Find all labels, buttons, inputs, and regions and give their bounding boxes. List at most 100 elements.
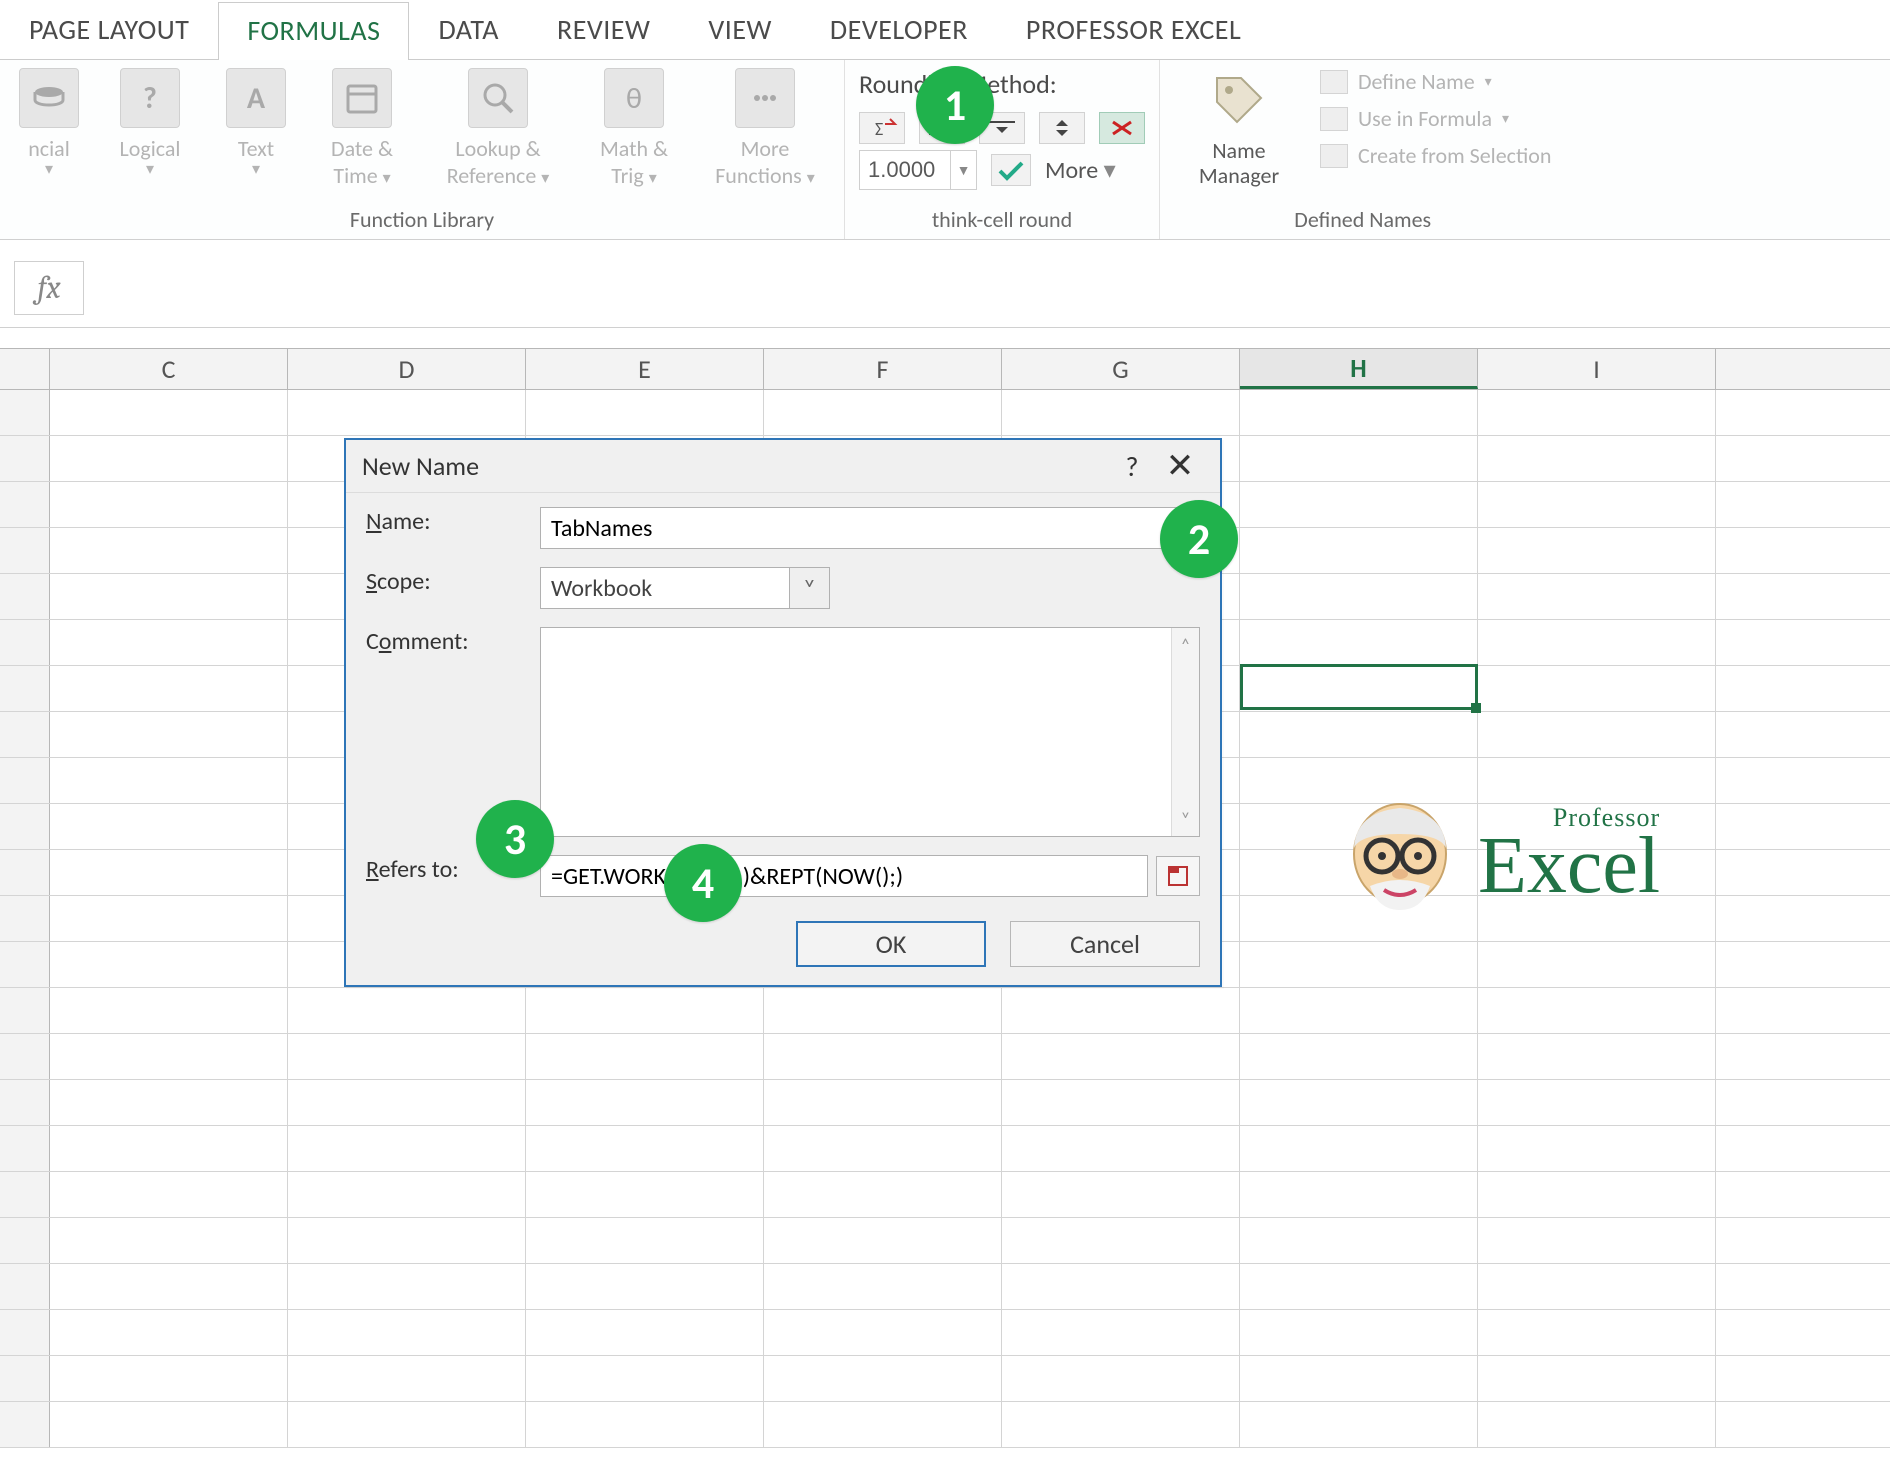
name-input[interactable]	[540, 507, 1200, 549]
label-l1: More	[741, 136, 790, 161]
precision-value[interactable]	[860, 155, 950, 185]
active-cell[interactable]	[1240, 664, 1478, 710]
chevron-down-icon: ▾	[146, 161, 154, 179]
label-l2: Functions ▾	[715, 163, 815, 188]
tab-formulas[interactable]: FORMULAS	[218, 2, 409, 60]
ribbon-tabs: PAGE LAYOUT FORMULAS DATA REVIEW VIEW DE…	[0, 0, 1890, 60]
dialog-title-text: New Name	[362, 450, 479, 482]
help-button[interactable]: ?	[1108, 449, 1156, 484]
tab-data[interactable]: DATA	[409, 1, 528, 59]
tab-page-layout[interactable]: PAGE LAYOUT	[0, 1, 218, 59]
scope-value: Workbook	[541, 568, 789, 608]
label: Text	[238, 136, 274, 161]
close-button[interactable]: ✕	[1156, 446, 1204, 487]
range-picker-button[interactable]	[1156, 856, 1200, 896]
col-header-c[interactable]: C	[50, 349, 288, 389]
col-header-d[interactable]: D	[288, 349, 526, 389]
professor-face-icon	[1340, 794, 1460, 914]
group-function-library: ncial ▾ ? Logical ▾ A Text ▾ Date & Time…	[0, 60, 845, 239]
ok-button[interactable]: OK	[796, 921, 986, 967]
btn-name-manager[interactable]: Name Manager	[1174, 68, 1304, 189]
btn-text[interactable]: A Text ▾	[216, 68, 296, 180]
more-icon	[735, 68, 795, 128]
callout-two: 2	[1160, 500, 1238, 578]
fx-icon	[1320, 107, 1348, 131]
label: ncial	[28, 136, 70, 161]
professor-excel-logo: Professor Excel	[1340, 794, 1660, 914]
col-header-gutter[interactable]	[0, 349, 50, 389]
btn-define-name[interactable]: Define Name ▾	[1320, 68, 1551, 95]
group-label: Defined Names	[1160, 206, 1565, 233]
svg-text:θ: θ	[626, 80, 642, 117]
text-icon: A	[226, 68, 286, 128]
label-l2: Trig ▾	[611, 163, 656, 188]
label-l2: Reference ▾	[447, 163, 550, 188]
refers-input[interactable]	[540, 855, 1148, 897]
label: Logical	[120, 136, 181, 161]
round-clear-icon[interactable]	[1099, 112, 1145, 144]
label-l1: Date &	[331, 136, 393, 161]
formula-bar: fx	[0, 248, 1890, 328]
apply-icon[interactable]	[991, 154, 1031, 186]
chevron-down-icon: ▾	[807, 169, 815, 188]
chevron-down-icon: ▾	[541, 169, 549, 188]
label-l1: Math &	[600, 136, 668, 161]
btn-date-time[interactable]: Date & Time ▾	[306, 68, 418, 189]
dialog-new-name: New Name ? ✕ Name: Scope: Workbook ˅ Com…	[344, 438, 1222, 987]
precision-dropdown[interactable]: ▼	[859, 150, 977, 190]
col-header-f[interactable]: F	[764, 349, 1002, 389]
group-label: Function Library	[0, 206, 844, 233]
col-header-h[interactable]: H	[1240, 349, 1478, 389]
chevron-down-icon: ▾	[45, 161, 53, 179]
btn-create-from-selection[interactable]: Create from Selection	[1320, 142, 1551, 169]
chevron-up-icon[interactable]: ˄	[1181, 634, 1191, 656]
tab-developer[interactable]: DEVELOPER	[801, 1, 997, 59]
dialog-titlebar[interactable]: New Name ? ✕	[346, 440, 1220, 492]
btn-use-in-formula[interactable]: Use in Formula ▾	[1320, 105, 1551, 132]
scope-label: Scope:	[366, 567, 526, 596]
name-label: Name:	[366, 507, 526, 536]
group-defined-names: Name Manager Define Name ▾ Use in Formul…	[1160, 60, 1565, 239]
cancel-button[interactable]: Cancel	[1010, 921, 1200, 967]
btn-logical[interactable]: ? Logical ▾	[94, 68, 206, 180]
btn-math[interactable]: θ Math & Trig ▾	[578, 68, 690, 189]
label-l1: Name	[1212, 138, 1265, 163]
sigma-round-icon[interactable]: Σ	[859, 112, 905, 144]
question-icon: ?	[120, 68, 180, 128]
label-l1: Lookup &	[455, 136, 540, 161]
btn-lookup[interactable]: Lookup & Reference ▾	[428, 68, 568, 189]
svg-text:Σ: Σ	[875, 118, 883, 140]
round-both-icon[interactable]	[1039, 112, 1085, 144]
tab-view[interactable]: VIEW	[679, 1, 801, 59]
comment-textarea[interactable]: ˄˅	[540, 627, 1200, 837]
btn-more-functions[interactable]: More Functions ▾	[700, 68, 830, 189]
chevron-down-icon[interactable]: ˅	[789, 568, 829, 608]
scrollbar[interactable]: ˄˅	[1171, 628, 1199, 836]
logo-text-big: Excel	[1478, 830, 1660, 902]
col-header-i[interactable]: I	[1478, 349, 1716, 389]
btn-financial[interactable]: ncial ▾	[14, 68, 84, 180]
group-thinkcell: Rounding Method: Σ ▼ More ▾ think-cell r…	[845, 60, 1160, 239]
tag-icon	[1207, 68, 1271, 132]
chevron-down-icon[interactable]: ▼	[950, 151, 976, 189]
svg-text:A: A	[247, 80, 266, 117]
chevron-down-icon: ▾	[383, 169, 391, 188]
fx-button[interactable]: fx	[14, 261, 84, 315]
group-label: think-cell round	[845, 206, 1159, 233]
scope-dropdown[interactable]: Workbook ˅	[540, 567, 830, 609]
col-header-g[interactable]: G	[1002, 349, 1240, 389]
tab-review[interactable]: REVIEW	[528, 1, 679, 59]
label-l2: Time ▾	[333, 163, 390, 188]
theta-icon: θ	[604, 68, 664, 128]
search-icon	[468, 68, 528, 128]
comment-label: Comment:	[366, 627, 526, 656]
more-button[interactable]: More ▾	[1045, 156, 1116, 185]
fill-handle[interactable]	[1471, 703, 1481, 713]
col-header-e[interactable]: E	[526, 349, 764, 389]
chevron-down-icon: ▾	[252, 161, 260, 179]
chevron-down-icon[interactable]: ˅	[1181, 808, 1191, 830]
selection-icon	[1320, 144, 1348, 168]
tab-professor-excel[interactable]: PROFESSOR EXCEL	[997, 1, 1270, 59]
formula-input[interactable]	[98, 261, 1890, 315]
coins-icon	[19, 68, 79, 128]
